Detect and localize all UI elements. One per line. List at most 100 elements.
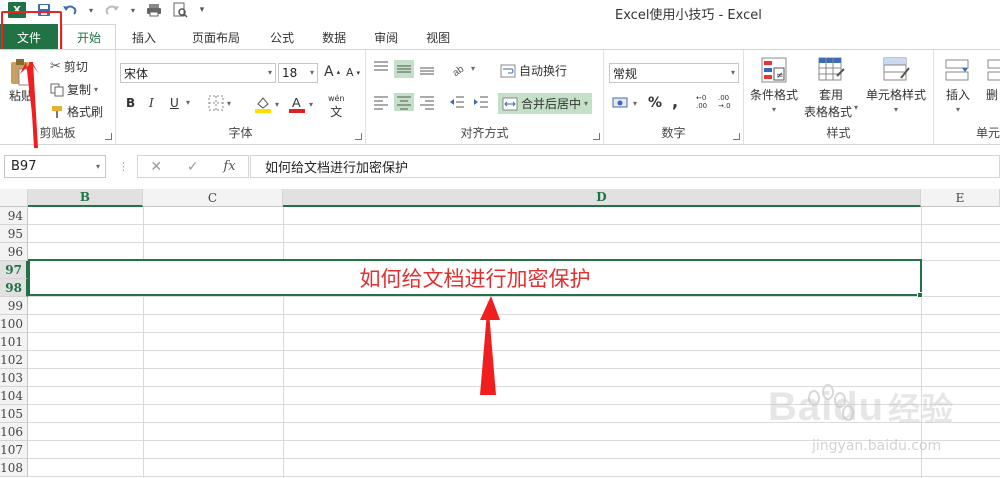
align-middle-button[interactable] [394,60,414,78]
row-header-96[interactable]: 96 [0,243,28,261]
window-title: Excel使用小技巧 - Excel [615,8,762,23]
copy-button[interactable]: 复制 ▾ [50,81,98,98]
enter-icon[interactable]: ✓ [187,159,199,175]
format-painter-button[interactable]: 格式刷 [50,103,103,120]
align-left-button[interactable] [372,94,390,110]
comma-button[interactable]: , [672,92,678,111]
redo-icon[interactable] [104,2,120,18]
number-launcher-icon[interactable] [733,133,740,140]
redo-dropdown-icon[interactable]: ▾ [130,2,136,18]
fill-color-button[interactable]: ▾ [254,95,279,113]
number-format-select[interactable]: 常规 ▾ [609,63,739,83]
increase-decimal-icon: ←0.00 [696,94,708,110]
tab-formulas[interactable]: 公式 [256,24,308,50]
borders-icon [208,95,224,111]
print-preview-icon[interactable] [172,2,188,18]
fill-color-icon [255,97,271,113]
group-label-styles: 样式 [826,126,851,140]
group-cells: 插入 ▾ 删 单元 [934,50,1000,144]
column-header-e[interactable]: E [921,189,1000,207]
undo-icon[interactable] [62,2,78,18]
insert-function-icon[interactable]: fx [223,159,235,174]
insert-cells-button[interactable]: 插入 ▾ [944,56,972,114]
increase-decimal-button[interactable]: ←0.00 [696,94,707,110]
selected-merged-cell[interactable]: 如何给文档进行加密保护 [28,259,922,296]
customize-qat-icon[interactable]: ▾ [198,2,206,18]
row-header-106[interactable]: 106 [0,423,28,441]
orientation-button[interactable]: ab ▾ [450,60,475,76]
conditional-formatting-button[interactable]: ≠ 条件格式 ▾ [750,56,798,114]
underline-button[interactable]: U [170,96,179,110]
borders-button[interactable]: ▾ [208,95,231,111]
align-right-button[interactable] [418,94,436,110]
tab-insert[interactable]: 插入 [118,24,170,50]
select-all-corner[interactable] [0,189,28,207]
row-header-94[interactable]: 94 [0,207,28,225]
row-header-102[interactable]: 102 [0,351,28,369]
formula-buttons: ✕ ✓ fx [137,155,249,178]
chevron-down-icon: ▾ [633,98,638,108]
gridline [28,314,1000,315]
column-header-d[interactable]: D [283,189,921,207]
format-as-table-button[interactable]: 套用 表格格式 ▾ [804,56,858,120]
wrap-text-button[interactable]: 自动换行 [500,62,567,79]
decrease-decimal-button[interactable]: .00 →.0 [718,94,731,110]
undo-dropdown-icon[interactable]: ▾ [88,2,94,18]
underline-dropdown[interactable]: ▾ [186,98,190,107]
row-header-95[interactable]: 95 [0,225,28,243]
fill-handle[interactable] [917,292,923,298]
merge-center-label: 合并后居中 [521,97,582,111]
shrink-font-button[interactable]: A ▾ [346,66,360,79]
delete-cells-button[interactable]: 删 [986,56,1000,103]
formula-bar-grip-icon[interactable]: ⋮ [118,160,129,173]
percent-button[interactable]: % [648,95,662,111]
row-header-104[interactable]: 104 [0,387,28,405]
alignment-launcher-icon[interactable] [593,133,600,140]
row-header-108[interactable]: 108 [0,459,28,477]
phonetic-button[interactable]: wén 文 [328,94,345,120]
decrease-indent-icon [450,96,464,108]
orientation-icon: ab [451,63,467,76]
row-header-101[interactable]: 101 [0,333,28,351]
accounting-format-button[interactable]: ▾ [612,95,637,111]
column-header-b[interactable]: B [28,189,143,207]
tab-home[interactable]: 开始 [62,24,117,50]
gridline [28,332,1000,333]
cancel-icon[interactable]: ✕ [150,159,162,175]
row-header-100[interactable]: 100 [0,315,28,333]
row-header-97[interactable]: 97 [0,261,28,279]
name-box[interactable]: B97 ▾ [4,155,106,178]
cut-button[interactable]: ✂ 剪切 [50,58,88,75]
increase-indent-button[interactable] [472,94,490,110]
bold-button[interactable]: B [126,96,135,110]
insert-cells-icon [945,59,969,81]
tab-data[interactable]: 数据 [308,24,360,50]
merge-center-button[interactable]: 合并后居中 ▾ [498,93,593,114]
row-header-99[interactable]: 99 [0,297,28,315]
font-launcher-icon[interactable] [355,133,362,140]
paste-button[interactable]: 粘贴 [8,58,34,104]
chevron-down-icon: ▾ [94,85,99,94]
cell-styles-button[interactable]: 单元格样式 ▾ [866,56,926,114]
align-center-button[interactable] [394,93,414,111]
print-icon[interactable] [146,2,162,18]
align-top-button[interactable] [372,60,390,76]
font-size-select[interactable]: 18 ▾ [278,63,318,83]
decrease-indent-button[interactable] [448,94,466,110]
column-header-c[interactable]: C [143,189,283,207]
clipboard-launcher-icon[interactable] [105,133,112,140]
tab-view[interactable]: 视图 [412,24,464,50]
row-header-105[interactable]: 105 [0,405,28,423]
tab-page-layout[interactable]: 页面布局 [178,24,254,50]
align-middle-icon [397,65,411,73]
row-header-98[interactable]: 98 [0,279,28,297]
formula-input[interactable]: 如何给文档进行加密保护 [250,155,1000,178]
font-color-button[interactable]: A ▾ [288,95,313,113]
align-bottom-button[interactable] [418,60,436,76]
grow-font-button[interactable]: A ▴ [324,64,340,80]
italic-button[interactable]: I [149,96,154,110]
font-name-select[interactable]: 宋体 ▾ [120,63,276,83]
tab-review[interactable]: 审阅 [360,24,412,50]
row-header-107[interactable]: 107 [0,441,28,459]
row-header-103[interactable]: 103 [0,369,28,387]
